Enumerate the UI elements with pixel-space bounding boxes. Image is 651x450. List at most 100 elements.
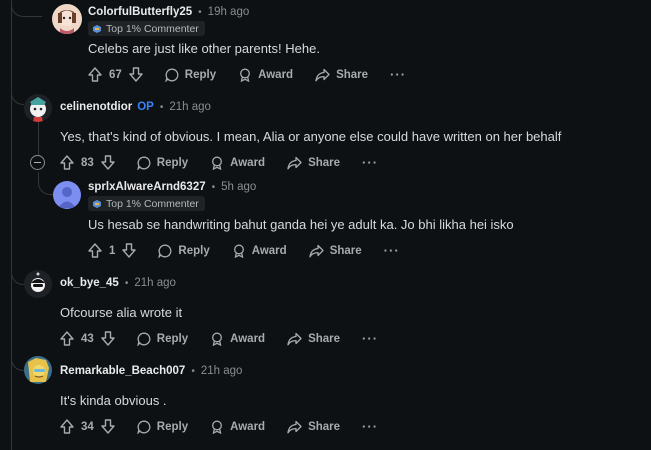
username[interactable]: celinenotdior: [60, 101, 132, 113]
separator: •: [211, 181, 216, 193]
comment-actions: 1 Reply Award Share ···: [88, 243, 400, 258]
upvote-icon[interactable]: [60, 419, 74, 434]
share-button[interactable]: Share: [309, 244, 362, 258]
award-button[interactable]: Award: [210, 332, 265, 346]
reply-button[interactable]: Reply: [137, 420, 188, 434]
thread-connector: [38, 176, 53, 195]
collapse-minus-icon: [34, 162, 41, 163]
award-button[interactable]: Award: [238, 68, 293, 82]
share-arrow-icon: [309, 244, 324, 257]
reply-label: Reply: [156, 420, 189, 433]
award-button[interactable]: Award: [232, 244, 287, 258]
share-arrow-icon: [287, 156, 302, 169]
reply-label: Reply: [178, 244, 210, 257]
more-options-button[interactable]: ···: [384, 243, 400, 258]
downvote-icon[interactable]: [101, 155, 115, 170]
timestamp[interactable]: 21h ago: [201, 365, 243, 377]
award-icon: [212, 420, 223, 434]
timestamp[interactable]: 5h ago: [221, 181, 256, 193]
share-label: Share: [308, 156, 341, 169]
reply-button[interactable]: Reply: [158, 244, 210, 258]
award-button[interactable]: Award: [210, 420, 265, 434]
vote-count: 67: [109, 68, 122, 81]
share-label: Share: [329, 244, 362, 257]
reply-bubble-icon: [137, 420, 151, 434]
comment-actions: 43 Reply Award Share ···: [60, 331, 378, 346]
award-label: Award: [230, 420, 266, 433]
reply-bubble-icon: [158, 244, 172, 258]
avatar[interactable]: [24, 356, 52, 384]
flair-text: Top 1% Commenter: [106, 22, 199, 35]
avatar[interactable]: [24, 270, 52, 298]
award-button[interactable]: Award: [210, 156, 265, 170]
reply-button[interactable]: Reply: [165, 68, 216, 82]
share-label: Share: [308, 420, 341, 433]
reply-button[interactable]: Reply: [137, 332, 188, 346]
reply-bubble-icon: [137, 332, 151, 346]
award-icon: [240, 68, 251, 82]
avatar[interactable]: [53, 181, 81, 209]
vote-count: 34: [81, 420, 94, 433]
separator: •: [159, 101, 164, 113]
share-arrow-icon: [287, 332, 302, 345]
flair-icon: [93, 24, 101, 33]
reply-label: Reply: [156, 156, 189, 169]
separator: •: [198, 6, 202, 18]
award-icon: [233, 244, 244, 258]
share-label: Share: [336, 68, 369, 81]
reply-label: Reply: [156, 332, 189, 345]
user-flair: Top 1% Commenter: [88, 21, 205, 36]
timestamp[interactable]: 19h ago: [208, 6, 250, 18]
op-badge: OP: [137, 101, 154, 113]
flair-text: Top 1% Commenter: [106, 197, 199, 210]
more-options-button[interactable]: ···: [362, 155, 378, 170]
comment-meta: Remarkable_Beach007 • 21h ago: [60, 365, 242, 377]
thread-connector: [11, 266, 24, 285]
upvote-icon[interactable]: [88, 67, 102, 82]
more-options-button[interactable]: ···: [362, 419, 378, 434]
vote-count: 43: [81, 332, 94, 345]
username[interactable]: ok_bye_45: [60, 277, 119, 289]
reply-bubble-icon: [137, 156, 151, 170]
comment-meta: ok_bye_45 • 21h ago: [60, 277, 176, 289]
share-button[interactable]: Share: [315, 68, 368, 82]
avatar[interactable]: [24, 94, 52, 122]
award-label: Award: [230, 332, 266, 345]
upvote-icon[interactable]: [60, 331, 74, 346]
username[interactable]: Remarkable_Beach007: [60, 365, 185, 377]
thread-connector: [11, 0, 42, 17]
username[interactable]: sprlxAlwareArnd6327: [88, 181, 206, 193]
comment-actions: 83 Reply Award Share ···: [60, 155, 378, 170]
downvote-icon[interactable]: [101, 419, 115, 434]
avatar[interactable]: [52, 4, 82, 34]
comment-body: Yes, that's kind of obvious. I mean, Ali…: [60, 129, 562, 144]
username[interactable]: ColorfulButterfly25: [88, 6, 192, 18]
share-button[interactable]: Share: [287, 332, 340, 346]
collapse-thread-button[interactable]: [30, 155, 45, 170]
upvote-icon[interactable]: [60, 155, 74, 170]
share-label: Share: [308, 332, 341, 345]
downvote-icon[interactable]: [129, 67, 143, 82]
downvote-icon[interactable]: [101, 331, 115, 346]
reply-label: Reply: [184, 68, 217, 81]
comment-body: Celebs are just like other parents! Hehe…: [88, 41, 320, 56]
user-flair: Top 1% Commenter: [88, 196, 205, 211]
comment-actions: 34 Reply Award Share ···: [60, 419, 378, 434]
timestamp[interactable]: 21h ago: [134, 277, 176, 289]
vote-control: 67: [88, 67, 143, 82]
vote-count: 83: [81, 156, 94, 169]
separator: •: [191, 365, 195, 377]
share-button[interactable]: Share: [287, 156, 340, 170]
more-options-button[interactable]: ···: [390, 67, 406, 82]
reply-button[interactable]: Reply: [137, 156, 188, 170]
share-arrow-icon: [315, 68, 330, 81]
award-icon: [212, 332, 223, 346]
timestamp[interactable]: 21h ago: [169, 101, 211, 113]
more-options-button[interactable]: ···: [362, 331, 378, 346]
upvote-icon[interactable]: [88, 243, 102, 258]
share-button[interactable]: Share: [287, 420, 340, 434]
separator: •: [124, 277, 129, 289]
downvote-icon[interactable]: [122, 243, 137, 258]
vote-control: 1: [88, 243, 137, 258]
thread-connector: [11, 88, 24, 105]
